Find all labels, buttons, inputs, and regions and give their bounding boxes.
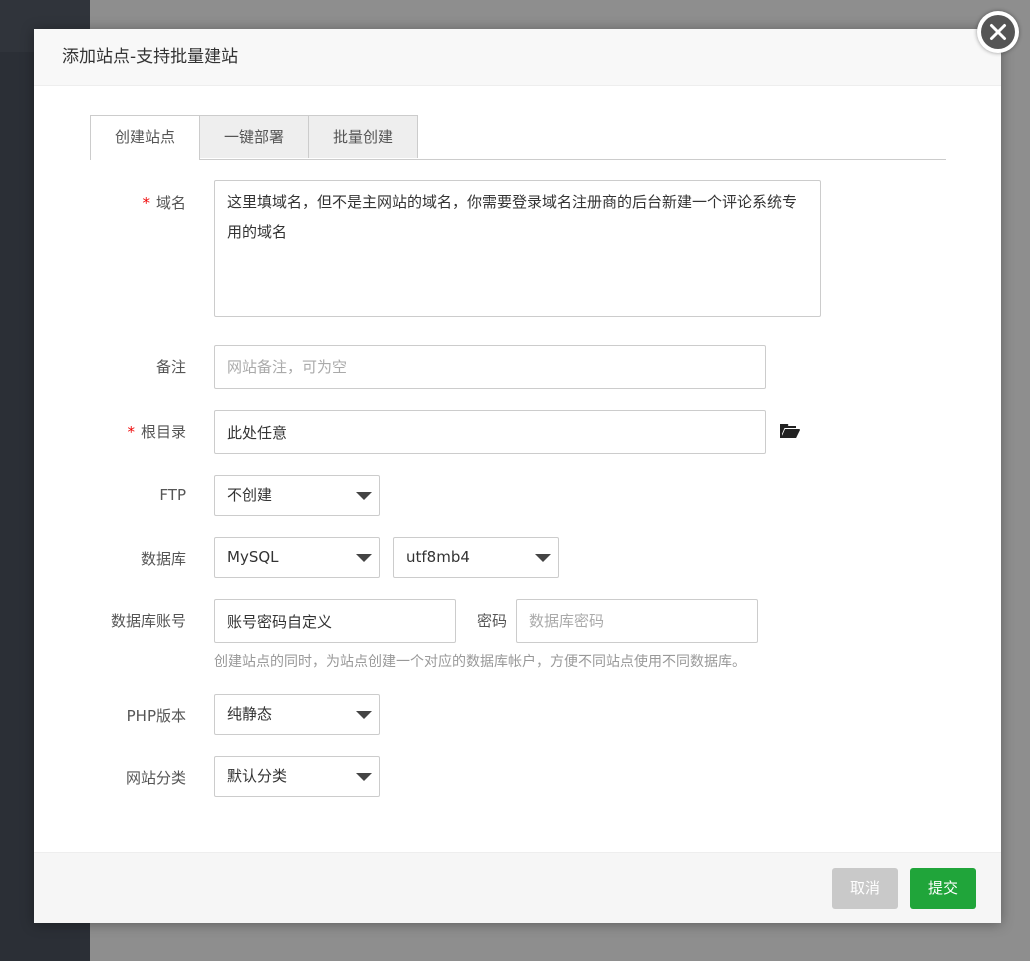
tab-bar: 创建站点 一键部署 批量创建 <box>90 115 946 160</box>
tab-batch-create[interactable]: 批量创建 <box>308 115 418 158</box>
required-mark: * <box>127 423 135 441</box>
chevron-down-icon <box>356 711 372 719</box>
domain-textarea[interactable]: 这里填域名，但不是主网站的域名，你需要登录域名注册商的后台新建一个评论系统专用的… <box>214 180 821 317</box>
dialog-title: 添加站点-支持批量建站 <box>34 29 1001 86</box>
php-version-label: PHP版本 <box>126 707 186 725</box>
database-label: 数据库 <box>140 550 186 568</box>
add-site-dialog: 添加站点-支持批量建站 创建站点 一键部署 批量创建 * 域名 这里填域名，但不是… <box>34 29 1001 923</box>
close-icon <box>990 24 1006 40</box>
database-charset-value: utf8mb4 <box>406 548 470 566</box>
chevron-down-icon <box>535 554 551 562</box>
submit-button[interactable]: 提交 <box>910 868 976 909</box>
folder-open-icon[interactable] <box>779 422 801 440</box>
ftp-select-value: 不创建 <box>227 486 273 504</box>
tab-create-site[interactable]: 创建站点 <box>90 115 200 160</box>
db-password-input[interactable] <box>516 599 758 643</box>
root-dir-input[interactable] <box>214 410 766 454</box>
ftp-select[interactable]: 不创建 <box>214 475 380 516</box>
chevron-down-icon <box>356 492 372 500</box>
ftp-label: FTP <box>159 486 186 504</box>
domain-label: * 域名 <box>142 194 186 212</box>
root-dir-label: * 根目录 <box>127 423 186 441</box>
db-account-hint: 创建站点的同时，为站点创建一个对应的数据库帐户，方便不同站点使用不同数据库。 <box>214 654 746 670</box>
db-account-input[interactable] <box>214 599 456 643</box>
database-charset-select[interactable]: utf8mb4 <box>393 537 559 578</box>
dialog-footer: 取消 提交 <box>34 852 1001 923</box>
db-password-label: 密码 <box>477 612 508 630</box>
close-button[interactable] <box>977 11 1019 53</box>
php-version-select[interactable]: 纯静态 <box>214 694 380 735</box>
db-account-label: 数据库账号 <box>110 612 186 630</box>
remark-input[interactable] <box>214 345 766 389</box>
chevron-down-icon <box>356 773 372 781</box>
tab-one-click-deploy[interactable]: 一键部署 <box>199 115 309 158</box>
required-mark: * <box>142 194 150 212</box>
chevron-down-icon <box>356 554 372 562</box>
cancel-button[interactable]: 取消 <box>832 868 898 909</box>
remark-label: 备注 <box>155 358 186 376</box>
site-category-select[interactable]: 默认分类 <box>214 756 380 797</box>
database-type-value: MySQL <box>227 548 279 566</box>
php-version-value: 纯静态 <box>227 705 273 723</box>
site-category-value: 默认分类 <box>227 767 288 785</box>
database-type-select[interactable]: MySQL <box>214 537 380 578</box>
site-category-label: 网站分类 <box>125 769 186 787</box>
